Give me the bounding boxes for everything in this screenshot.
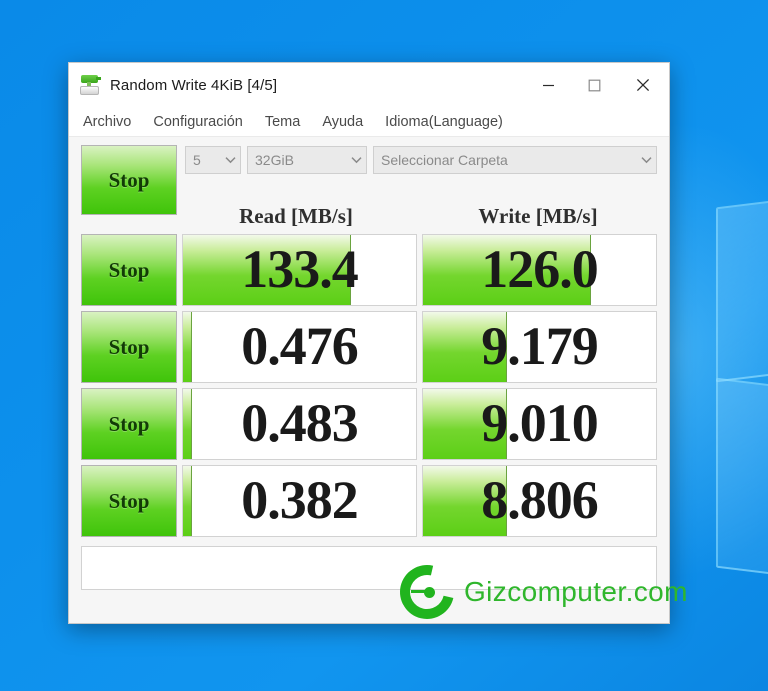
write-value-row-3: 8.806 (481, 469, 598, 530)
write-value-cell-row-3: 8.806 (422, 465, 657, 537)
write-value-cell-row-1: 9.179 (422, 311, 657, 383)
read-value-row-2: 0.483 (241, 392, 358, 453)
target-folder-value: Seleccionar Carpeta (381, 152, 508, 168)
write-value-row-0: 126.0 (481, 238, 598, 299)
menu-item-archivo[interactable]: Archivo (81, 112, 133, 132)
stop-button-rnd4k-q1t1[interactable]: Stop (81, 465, 177, 537)
read-value-row-1: 0.476 (241, 315, 358, 376)
table-row: Stop 0.476 9.179 (81, 311, 657, 383)
column-header-row: Read [MB/s] Write [MB/s] (81, 201, 657, 231)
stop-button-seq1m-q1t1[interactable]: Stop (81, 311, 177, 383)
windows-logo-pane-top (716, 192, 768, 383)
write-value-cell-row-2: 9.010 (422, 388, 657, 460)
table-row: Stop 0.483 9.010 (81, 388, 657, 460)
chevron-down-icon (217, 156, 236, 164)
table-row: Stop 133.4 126.0 (81, 234, 657, 306)
windows-logo-pane-bottom (716, 377, 768, 583)
status-bar (81, 546, 657, 590)
read-value-cell-row-2: 0.483 (182, 388, 417, 460)
window-title: Random Write 4KiB [4/5] (110, 76, 278, 94)
stop-button-rnd4k-q32t1[interactable]: Stop (81, 388, 177, 460)
caption-button-group (525, 63, 669, 107)
write-column-header: Write [MB/s] (478, 204, 598, 228)
read-bar-row-3 (183, 466, 193, 536)
title-bar[interactable]: Random Write 4KiB [4/5] (69, 63, 669, 107)
results-table: Stop 133.4 126.0 Stop 0.476 9.179 Stop 0… (81, 234, 657, 537)
read-value-cell-row-0: 133.4 (182, 234, 417, 306)
read-value-row-3: 0.382 (241, 469, 358, 530)
test-size-value: 32GiB (255, 152, 294, 168)
read-column-header: Read [MB/s] (239, 204, 353, 228)
menu-item-tema[interactable]: Tema (263, 112, 302, 132)
close-icon[interactable] (617, 63, 669, 107)
maximize-icon[interactable] (571, 63, 617, 107)
minimize-icon[interactable] (525, 63, 571, 107)
read-bar-row-2 (183, 389, 193, 459)
write-value-row-2: 9.010 (481, 392, 598, 453)
menu-item-configuracion[interactable]: Configuración (151, 112, 244, 132)
stop-button-seq1m-q8t1[interactable]: Stop (81, 234, 177, 306)
test-count-select[interactable]: 5 (185, 146, 241, 174)
crystaldiskmark-window: Random Write 4KiB [4/5] Archivo Configur… (68, 62, 670, 624)
write-value-row-1: 9.179 (481, 315, 598, 376)
table-row: Stop 0.382 8.806 (81, 465, 657, 537)
read-value-cell-row-3: 0.382 (182, 465, 417, 537)
settings-combo-group: 5 32GiB Seleccionar Carpeta (177, 145, 657, 175)
disk-benchmark-icon (79, 75, 101, 95)
toolbar-row: Stop 5 32GiB Seleccionar Carpeta (81, 145, 657, 215)
menu-bar: Archivo Configuración Tema Ayuda Idioma(… (69, 107, 669, 137)
chevron-down-icon (633, 156, 652, 164)
read-bar-row-1 (183, 312, 193, 382)
test-size-select[interactable]: 32GiB (247, 146, 367, 174)
read-value-row-0: 133.4 (241, 238, 358, 299)
chevron-down-icon (343, 156, 362, 164)
target-folder-select[interactable]: Seleccionar Carpeta (373, 146, 657, 174)
window-body: Stop 5 32GiB Seleccionar Carpeta Read [M… (69, 137, 669, 623)
menu-item-idioma[interactable]: Idioma(Language) (383, 112, 505, 132)
test-count-value: 5 (193, 152, 201, 168)
read-value-cell-row-1: 0.476 (182, 311, 417, 383)
menu-item-ayuda[interactable]: Ayuda (320, 112, 365, 132)
write-value-cell-row-0: 126.0 (422, 234, 657, 306)
